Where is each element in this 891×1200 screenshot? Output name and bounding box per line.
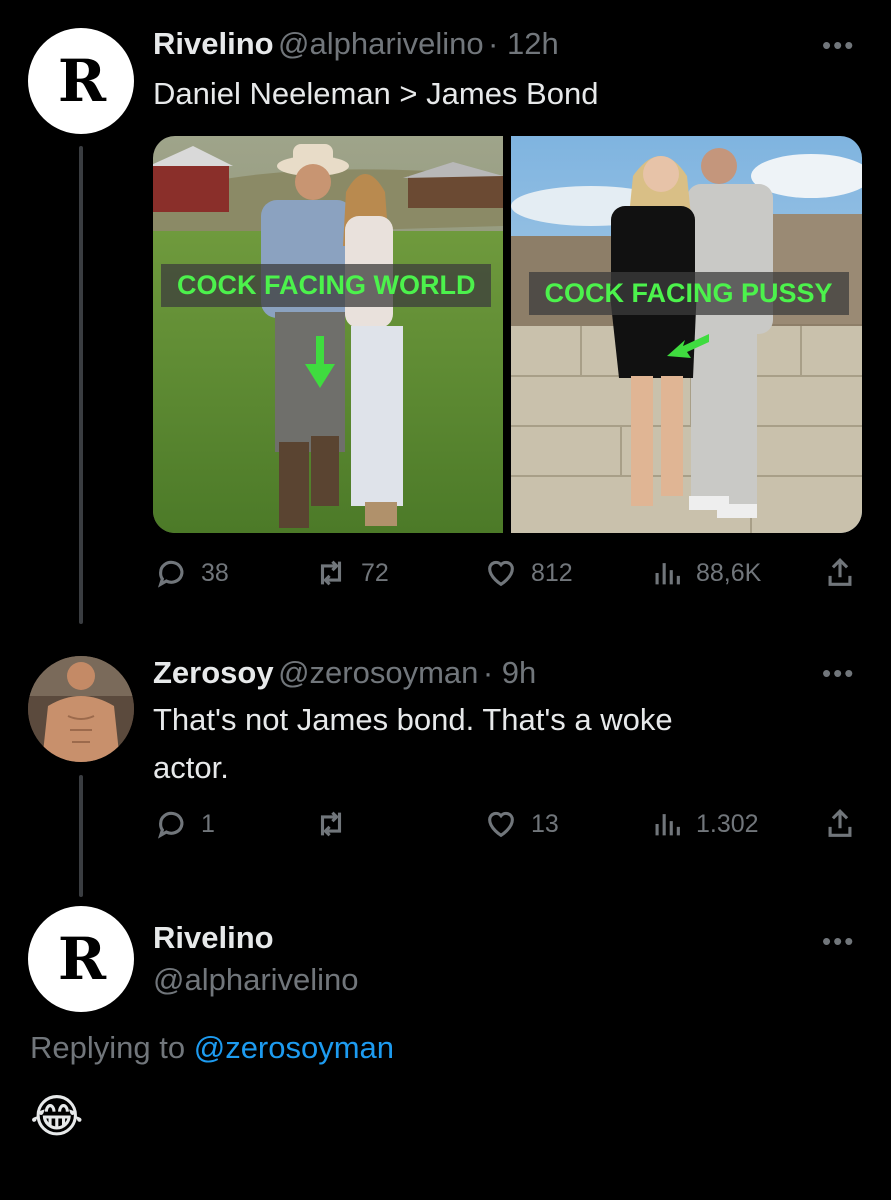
heart-icon [488,560,514,587]
avatar[interactable]: R [28,28,134,134]
author-name[interactable]: Rivelino [153,920,274,956]
retweet-icon [320,560,342,586]
like-count: 812 [531,558,573,587]
view-count: 1.302 [696,809,759,838]
avatar-image [28,656,134,762]
photo-right-caption: COCK FACING PUSSY [528,272,849,315]
share-button[interactable] [823,556,857,590]
reply-count: 1 [201,809,215,838]
thread-connector [79,775,83,897]
retweet-button[interactable]: 72 [313,556,389,590]
replying-to-link[interactable]: @zerosoyman [194,1030,394,1065]
retweet-count: 72 [361,558,389,587]
author-handle[interactable]: @alpharivelino [278,26,484,61]
photo-left-caption: COCK FACING WORLD [161,264,492,307]
photo-left[interactable]: COCK FACING WORLD [153,136,505,533]
author-handle[interactable]: @alpharivelino [153,962,359,998]
retweet-icon [320,811,342,837]
photo-right[interactable]: COCK FACING PUSSY [510,136,862,533]
tweet-text-line: That's not James bond. That's a woke [153,702,673,737]
avatar-letter: R [57,47,106,115]
avatar-letter: R [57,925,106,993]
tweet-actions: 1 13 1.302 [155,807,865,847]
like-button[interactable]: 812 [483,556,573,590]
more-options-icon[interactable]: ••• [822,658,855,689]
tweet-time[interactable]: · 9h [483,655,536,690]
tweet-media[interactable]: COCK FACING WORLD COCK FACING PUSSY [153,136,862,533]
replying-to-label: Replying to [30,1030,186,1065]
tweet-actions: 38 72 812 88,6K [155,556,865,596]
tweet-header: Rivelino @alpharivelino · 12h [153,26,559,62]
arrow-left-icon [666,334,709,358]
reply-button[interactable]: 38 [155,556,229,590]
replying-to: Replying to @zerosoyman [30,1030,394,1066]
share-icon [828,809,852,837]
share-button[interactable] [823,807,857,841]
avatar[interactable]: R [28,906,134,1012]
reply-button[interactable]: 1 [155,807,215,841]
tweet-header: Zerosoy @zerosoyman · 9h [153,655,536,691]
thread-connector [79,146,83,624]
reply-count: 38 [201,558,229,587]
author-handle[interactable]: @zerosoyman [278,655,478,690]
view-count: 88,6K [696,558,762,587]
like-count: 13 [531,809,559,838]
like-button[interactable]: 13 [483,807,559,841]
views-icon [655,563,680,585]
views-icon [655,814,680,836]
heart-icon [488,811,514,838]
share-icon [828,558,852,586]
more-options-icon[interactable]: ••• [822,926,855,957]
tweet-text-line: actor. [153,750,229,785]
more-options-icon[interactable]: ••• [822,30,855,61]
tweet-time[interactable]: · 12h [488,26,559,61]
arrow-down-icon [305,336,335,388]
photo-left-image [153,136,503,533]
author-name[interactable]: Zerosoy [153,655,274,690]
author-name[interactable]: Rivelino [153,26,274,61]
reply-icon [157,811,184,839]
retweet-button[interactable] [313,807,361,841]
views-button[interactable]: 1.302 [650,807,759,841]
tweet-text: Daniel Neeleman > James Bond [153,76,599,111]
avatar[interactable] [28,656,134,762]
tweet-text: That's not James bond. That's a woke act… [153,696,673,792]
views-button[interactable]: 88,6K [650,556,761,590]
tweet-text: 😂 [30,1089,84,1143]
reply-icon [157,560,184,588]
